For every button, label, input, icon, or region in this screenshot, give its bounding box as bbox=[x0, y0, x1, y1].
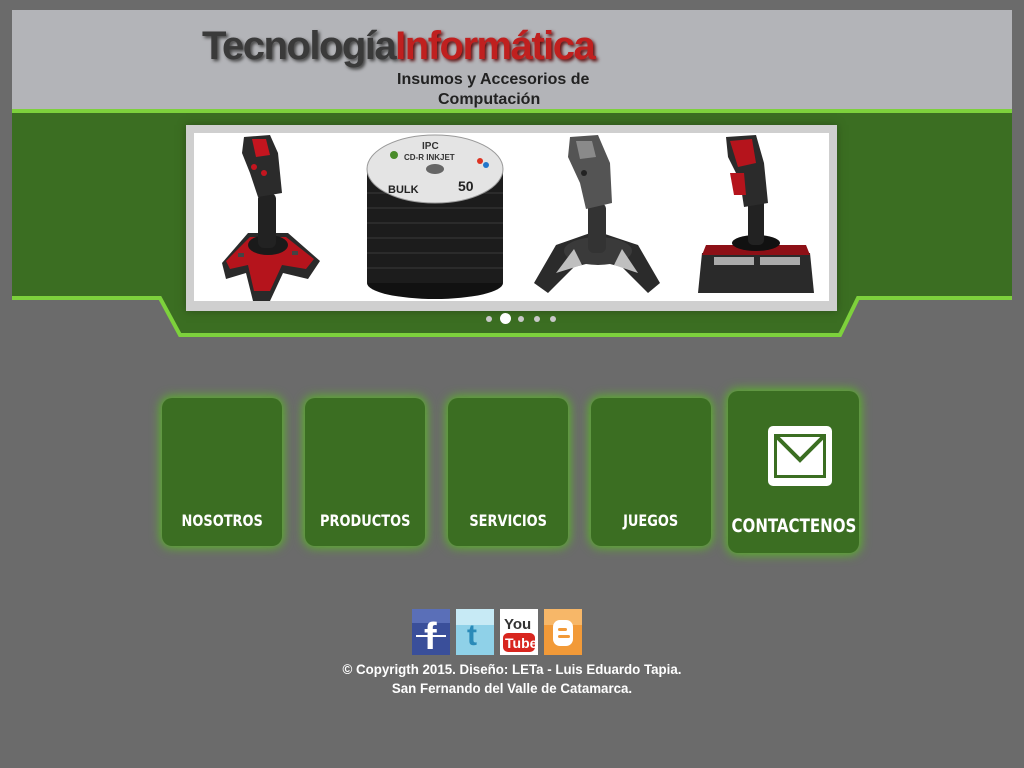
youtube-icon[interactable]: You Tube bbox=[500, 609, 538, 655]
svg-text:50: 50 bbox=[458, 178, 474, 194]
nav-tile-label: NOSOTROS bbox=[181, 511, 263, 530]
product-slider[interactable]: IPC CD-R INKJET BULK 50 bbox=[186, 125, 837, 311]
twitter-icon[interactable]: t bbox=[456, 609, 494, 655]
footer-location: San Fernando del Valle de Catamarca. bbox=[391, 680, 633, 696]
slider-dot-5[interactable] bbox=[550, 316, 556, 322]
svg-text:IPC: IPC bbox=[422, 141, 439, 152]
cd-spindle-icon: IPC CD-R INKJET BULK 50 bbox=[366, 134, 504, 299]
svg-text:Tube: Tube bbox=[505, 635, 538, 651]
svg-text:CD-R INKJET: CD-R INKJET bbox=[404, 153, 455, 162]
svg-text:t: t bbox=[467, 619, 477, 652]
slider-dot-1[interactable] bbox=[486, 316, 492, 322]
mail-icon bbox=[768, 426, 832, 486]
nav-tile-servicios[interactable]: SERVICIOS bbox=[448, 398, 568, 546]
nav-tile-contactenos[interactable]: CONTACTENOS bbox=[728, 391, 859, 553]
slider-dot-2[interactable] bbox=[500, 313, 511, 324]
nav-tile-nosotros[interactable]: NOSOTROS bbox=[162, 398, 282, 546]
nav-tile-juegos[interactable]: JUEGOS bbox=[591, 398, 711, 546]
slider-viewport: IPC CD-R INKJET BULK 50 bbox=[194, 133, 829, 301]
joystick-red-icon bbox=[222, 135, 320, 301]
nav-tile-label: JUEGOS bbox=[623, 511, 679, 530]
nav-tile-label: CONTACTENOS bbox=[731, 515, 856, 537]
footer-copyright: © Copyrigth 2015. Diseño: LETa - Luis Ed… bbox=[342, 661, 682, 677]
nav-tile-label: PRODUCTOS bbox=[319, 511, 411, 530]
joystick-gray-icon bbox=[534, 135, 660, 293]
facebook-icon[interactable]: f bbox=[412, 609, 450, 655]
joystick-pro-icon bbox=[698, 135, 814, 293]
nav-tile-label: SERVICIOS bbox=[469, 511, 547, 530]
nav-tile-productos[interactable]: PRODUCTOS bbox=[305, 398, 425, 546]
svg-text:BULK: BULK bbox=[388, 184, 419, 196]
svg-text:You: You bbox=[504, 616, 531, 633]
slider-dot-3[interactable] bbox=[518, 316, 524, 322]
blogger-icon[interactable] bbox=[544, 609, 582, 655]
slider-dot-4[interactable] bbox=[534, 316, 540, 322]
